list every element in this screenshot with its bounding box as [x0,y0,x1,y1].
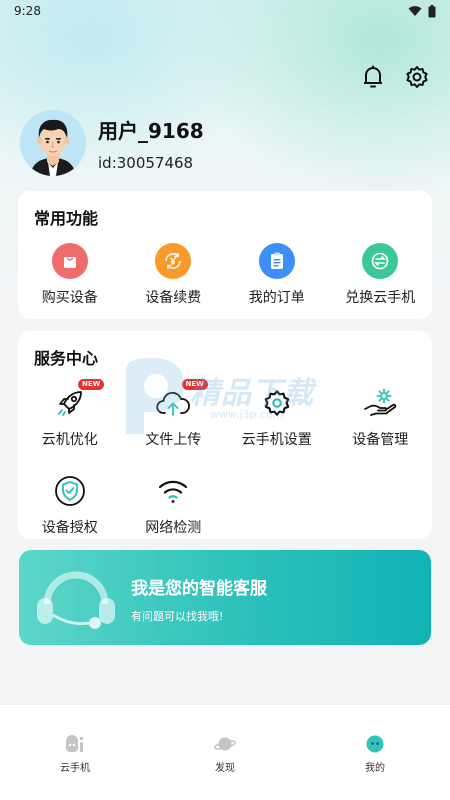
nav-cloud-phone-label: 云手机 [60,763,90,774]
my-orders-item[interactable]: 我的订单 [225,243,329,307]
wifi-icon [155,473,191,509]
gear-outline-icon [259,385,295,421]
device-manage-label: 设备管理 [352,432,409,448]
exchange-phone-label: 兑换云手机 [345,290,416,306]
nav-mine-label: 我的 [365,763,385,774]
cloud-optimize-item[interactable]: NEW 云机优化 [18,379,122,449]
username: 用户_9168 [98,118,204,143]
battery-icon [428,4,436,17]
cloud-upload-icon [155,385,191,421]
common-functions-title: 常用功能 [34,209,99,228]
device-authorize-label: 设备授权 [41,520,98,536]
device-authorize-item[interactable]: 设备授权 [18,473,122,537]
bell-icon[interactable] [360,64,386,90]
shopping-bag-icon [51,243,88,279]
cloud-phone-settings-item[interactable]: 云手机设置 [225,385,329,449]
cloud-optimize-label: 云机优化 [41,432,98,448]
banner-subtitle: 有问题可以找我哦! [131,610,224,623]
buy-device-label: 购买设备 [41,290,98,306]
network-check-label: 网络检测 [145,520,202,536]
new-badge: NEW [78,379,105,390]
user-id: id:30057468 [98,153,194,172]
exchange-phone-item[interactable]: 兑换云手机 [329,243,433,307]
network-check-item[interactable]: 网络检测 [122,473,226,537]
common-functions-card: 常用功能 购买设备 设备续费 我的订单 兑换云手机 [18,191,432,319]
status-icons [408,4,436,18]
cloud-phone-settings-label: 云手机设置 [241,432,312,448]
renew-device-item[interactable]: 设备续费 [122,243,226,307]
service-center-card: 服务中心 NEW 云机优化 NEW 文件上传 云手机设置 设备管理 设备授权 网… [18,331,432,539]
shield-check-icon [52,473,88,509]
service-center-title: 服务中心 [34,349,99,368]
nav-cloud-phone[interactable]: 云手机 [0,705,150,800]
customer-service-banner[interactable]: 我是您的智能客服 有问题可以找我哦! [19,550,431,645]
profile-face-icon [366,735,384,753]
nav-discover-label: 发现 [215,763,235,774]
nav-discover[interactable]: 发现 [150,705,300,800]
bottom-nav: 云手机 发现 我的 [0,704,450,800]
rocket-icon [52,385,88,421]
clipboard-icon [258,243,295,279]
avatar[interactable] [20,110,86,176]
status-bar: 9:28 [0,0,450,22]
new-badge: NEW [181,379,208,390]
headset-icon [37,571,115,629]
banner-title: 我是您的智能客服 [131,579,267,599]
status-time: 9:28 [14,4,41,18]
top-actions [360,64,430,90]
device-manage-item[interactable]: 设备管理 [329,385,433,449]
file-upload-item[interactable]: NEW 文件上传 [122,379,226,449]
file-upload-label: 文件上传 [145,432,202,448]
planet-icon [214,737,236,751]
buy-device-item[interactable]: 购买设备 [18,243,122,307]
profile-section[interactable]: 用户_9168 id:30057468 [20,110,204,176]
gear-icon[interactable] [404,64,430,90]
yen-renew-icon [155,243,192,279]
hand-gear-icon [362,385,398,421]
my-orders-label: 我的订单 [248,290,305,306]
nav-mine[interactable]: 我的 [300,705,450,800]
exchange-icon [362,243,399,279]
wifi-status-icon [408,6,422,16]
renew-device-label: 设备续费 [145,290,202,306]
cloud-phone-icon [66,735,84,752]
